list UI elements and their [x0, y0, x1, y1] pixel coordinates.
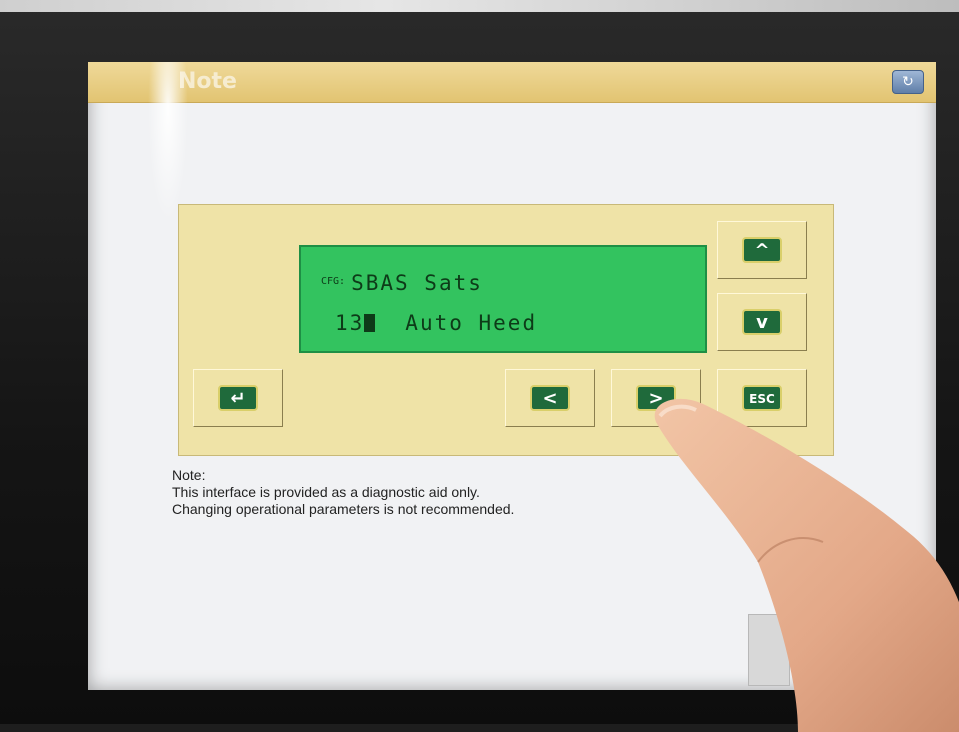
note-text: Note: This interface is provided as a di…: [172, 467, 514, 518]
lcd-line-1: CFG: SBAS Sats: [321, 271, 483, 295]
down-button[interactable]: v: [717, 293, 807, 351]
up-arrow-icon: ^: [742, 237, 782, 263]
esc-label: ESC: [742, 385, 782, 411]
lcd-display: CFG: SBAS Sats 13 Auto Heed: [299, 245, 707, 353]
left-button[interactable]: <: [505, 369, 595, 427]
note-heading: Note:: [172, 467, 206, 483]
lcd-cursor: [364, 314, 376, 332]
partial-button[interactable]: [748, 614, 790, 686]
refresh-icon[interactable]: ↻: [892, 70, 924, 94]
up-button[interactable]: ^: [717, 221, 807, 279]
lcd-prefix: CFG:: [321, 276, 346, 287]
enter-icon: ↵: [218, 385, 258, 411]
lcd-parameter-mode: Auto Heed: [405, 311, 538, 335]
lcd-line-2: 13 Auto Heed: [335, 311, 537, 335]
lcd-parameter-value: 13: [335, 311, 365, 335]
note-line-1: This interface is provided as a diagnost…: [172, 484, 480, 500]
right-arrow-icon: >: [636, 385, 676, 411]
control-panel: CFG: SBAS Sats 13 Auto Heed ^ v ↵ < > ESC: [178, 204, 834, 456]
bezel-top-edge: [0, 0, 959, 12]
screen-glare: [148, 62, 188, 222]
down-arrow-icon: v: [742, 309, 782, 335]
touch-screen: Note ↻ CFG: SBAS Sats 13 Auto Heed ^ v ↵ <…: [88, 62, 936, 690]
lcd-parameter-name: SBAS Sats: [351, 271, 483, 295]
right-button[interactable]: >: [611, 369, 701, 427]
esc-button[interactable]: ESC: [717, 369, 807, 427]
left-arrow-icon: <: [530, 385, 570, 411]
note-line-2: Changing operational parameters is not r…: [172, 501, 515, 517]
window-titlebar: Note ↻: [88, 62, 936, 103]
enter-button[interactable]: ↵: [193, 369, 283, 427]
